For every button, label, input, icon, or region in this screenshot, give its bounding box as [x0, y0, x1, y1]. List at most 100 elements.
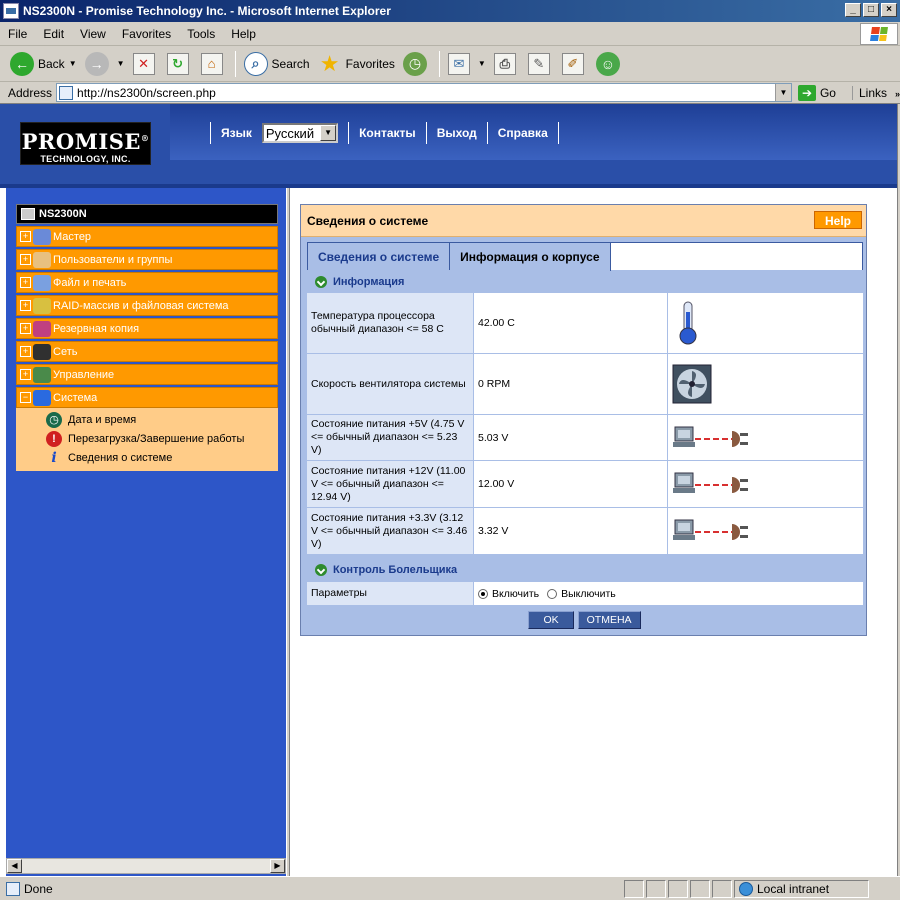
browser-toolbar: ← Back ▼ → ▼ ✕ ↻ ⌂ ⌕ Search ★ Favorites … [0, 46, 900, 82]
search-button[interactable]: ⌕ Search [240, 49, 314, 79]
search-icon: ⌕ [243, 51, 268, 76]
sidebar-horizontal-scrollbar[interactable]: ◀ ▶ [6, 858, 286, 874]
tree-subitems: ◷ Дата и время ! Перезагрузка/Завершение р… [16, 408, 278, 471]
users-icon [33, 251, 51, 268]
links-button[interactable]: Links » [851, 85, 900, 100]
forward-arrow-icon: → [84, 51, 109, 76]
maximize-button[interactable]: □ [863, 3, 879, 17]
language-select[interactable]: Русский ▼ [261, 123, 339, 143]
close-button[interactable]: × [881, 3, 897, 17]
back-button[interactable]: ← Back ▼ [6, 49, 81, 79]
language-label: Язык [221, 126, 252, 140]
row-label: Состояние питания +3.3V (3.12 V <= обычн… [307, 508, 473, 554]
tree-node-label: Файл и печать [53, 276, 127, 289]
mail-button[interactable]: ✉ ▼ [444, 49, 490, 79]
scroll-right-icon[interactable]: ▶ [270, 859, 285, 873]
tree-node-network[interactable]: + Сеть [16, 341, 278, 362]
menu-file[interactable]: File [0, 27, 35, 41]
backup-icon [33, 320, 51, 337]
tree-node-label: RAID-массив и файловая система [53, 299, 229, 312]
expand-icon[interactable]: + [20, 254, 31, 265]
home-icon: ⌂ [200, 52, 223, 75]
tree-node-file-print[interactable]: + Файл и печать [16, 272, 278, 293]
back-arrow-icon: ← [10, 51, 34, 76]
system-monitor-icon [33, 389, 51, 406]
home-button[interactable]: ⌂ [197, 49, 231, 79]
nav-help[interactable]: Справка [488, 126, 558, 140]
minimize-button[interactable]: _ [845, 3, 861, 17]
discuss-button[interactable]: ✐ [558, 49, 592, 79]
address-dropdown-icon[interactable]: ▼ [774, 84, 791, 101]
expand-icon[interactable]: + [20, 369, 31, 380]
tree-leaf-datetime[interactable]: ◷ Дата и время [16, 410, 278, 429]
table-row: Параметры Включить Выключить [307, 582, 863, 606]
edit-button[interactable]: ✎ [524, 49, 558, 79]
menu-favorites[interactable]: Favorites [114, 27, 179, 41]
cancel-button[interactable]: ОТМЕНА [577, 611, 641, 629]
tree-node-backup[interactable]: + Резервная копия [16, 318, 278, 339]
expand-icon[interactable]: + [20, 231, 31, 242]
window-title: NS2300N - Promise Technology Inc. - Micr… [23, 4, 391, 18]
file-print-icon [33, 274, 51, 291]
tree-root[interactable]: NS2300N [16, 204, 278, 224]
tree-node-management[interactable]: + Управление [16, 364, 278, 385]
nav-contacts[interactable]: Контакты [349, 126, 426, 140]
tree-leaf-sysinfo[interactable]: i Сведения о системе [16, 448, 278, 467]
expand-icon[interactable]: + [20, 323, 31, 334]
section-buzzer-header[interactable]: Контроль Болельщика [307, 559, 863, 581]
print-button[interactable]: ⎙ [490, 49, 524, 79]
power-plug-icon [667, 415, 863, 460]
radio-disable[interactable] [547, 588, 558, 599]
tree-node-label: Сеть [53, 345, 78, 358]
logo-subtitle: TECHNOLOGY, INC. [40, 154, 131, 164]
collapse-icon[interactable]: − [20, 392, 31, 403]
tree-node-users[interactable]: + Пользователи и группы [16, 249, 278, 270]
management-icon [33, 366, 51, 383]
stop-icon: ✕ [132, 52, 155, 75]
menu-edit[interactable]: Edit [35, 27, 72, 41]
section-info-header[interactable]: Информация [307, 271, 863, 293]
favorites-button[interactable]: ★ Favorites [314, 49, 399, 79]
stop-button[interactable]: ✕ [129, 49, 163, 79]
status-text: Done [24, 881, 53, 896]
go-button[interactable]: ➔ Go [797, 84, 836, 101]
expand-icon[interactable]: + [20, 277, 31, 288]
table-row: Температура процессора обычный диапазон … [307, 293, 863, 354]
tab-system-info[interactable]: Сведения о системе [308, 243, 451, 270]
enclosure-info-table: Температура процессора обычный диапазон … [307, 293, 863, 555]
tree-node-system[interactable]: − Система [16, 387, 278, 408]
tree-node-wizard[interactable]: + Мастер [16, 226, 278, 247]
table-row: Состояние питания +12V (11.00 V <= обычн… [307, 461, 863, 508]
tree-leaf-label: Дата и время [68, 413, 137, 426]
tree-leaf-restart[interactable]: ! Перезагрузка/Завершение работы [16, 429, 278, 448]
scroll-left-icon[interactable]: ◀ [7, 859, 22, 873]
tree-node-label: Мастер [53, 230, 92, 243]
refresh-button[interactable]: ↻ [163, 49, 197, 79]
address-label: Address [8, 85, 53, 100]
row-label: Состояние питания +12V (11.00 V <= обычн… [307, 461, 473, 507]
page-icon [59, 85, 74, 100]
radio-enable[interactable] [478, 588, 488, 599]
row-value: 42.00 C [473, 293, 667, 353]
menu-help[interactable]: Help [223, 27, 264, 41]
clock-icon: ◷ [46, 411, 62, 428]
tab-enclosure-info[interactable]: Информация о корпусе [450, 243, 611, 271]
ok-button[interactable]: OK [528, 611, 574, 629]
messenger-button[interactable]: ☺ [592, 49, 628, 79]
tree-node-raid[interactable]: + RAID-массив и файловая система [16, 295, 278, 316]
history-button[interactable]: ◷ [399, 49, 435, 79]
forward-button[interactable]: → ▼ [81, 49, 129, 79]
help-button[interactable]: Help [814, 211, 862, 229]
menu-view[interactable]: View [72, 27, 114, 41]
promise-logo: PROMISE® TECHNOLOGY, INC. [20, 122, 151, 165]
menu-tools[interactable]: Tools [179, 27, 223, 41]
expand-icon[interactable]: + [20, 300, 31, 311]
frame-divider[interactable] [286, 188, 290, 876]
expand-icon[interactable]: + [20, 346, 31, 357]
power-plug-icon [667, 508, 863, 554]
nav-logout[interactable]: Выход [427, 126, 487, 140]
row-value: 12.00 V [473, 461, 667, 507]
window-title-bar: NS2300N - Promise Technology Inc. - Micr… [0, 0, 900, 22]
address-input[interactable]: http://ns2300n/screen.php ▼ [56, 83, 792, 102]
globe-icon [739, 881, 753, 896]
